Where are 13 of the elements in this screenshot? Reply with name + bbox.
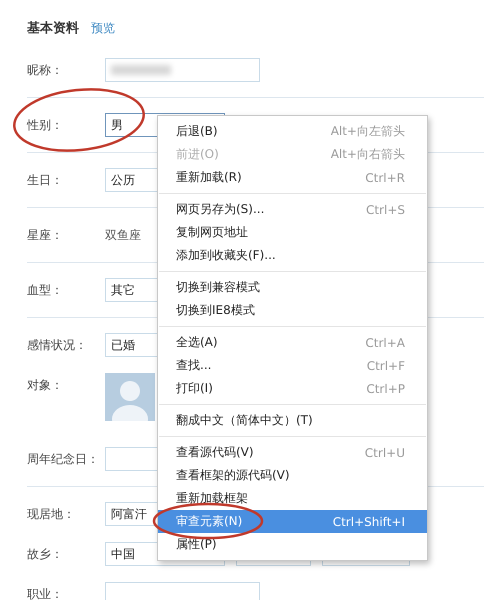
field-label: 星座： xyxy=(27,227,64,244)
field-value: 双鱼座 xyxy=(105,227,141,244)
field-label: 对象： xyxy=(27,377,64,394)
field-label: 现居地： xyxy=(27,506,76,523)
field-label: 故乡： xyxy=(27,546,64,563)
field-label: 血型： xyxy=(27,282,64,299)
field-label: 感情状况： xyxy=(27,337,88,354)
section-title: 基本资料 xyxy=(27,20,79,37)
field-label: 周年纪念日： xyxy=(27,451,100,468)
field-label: 生日： xyxy=(27,172,64,189)
field-label: 昵称： xyxy=(27,62,64,79)
field-label: 职业： xyxy=(27,586,64,600)
field-label: 性别： xyxy=(27,117,64,134)
